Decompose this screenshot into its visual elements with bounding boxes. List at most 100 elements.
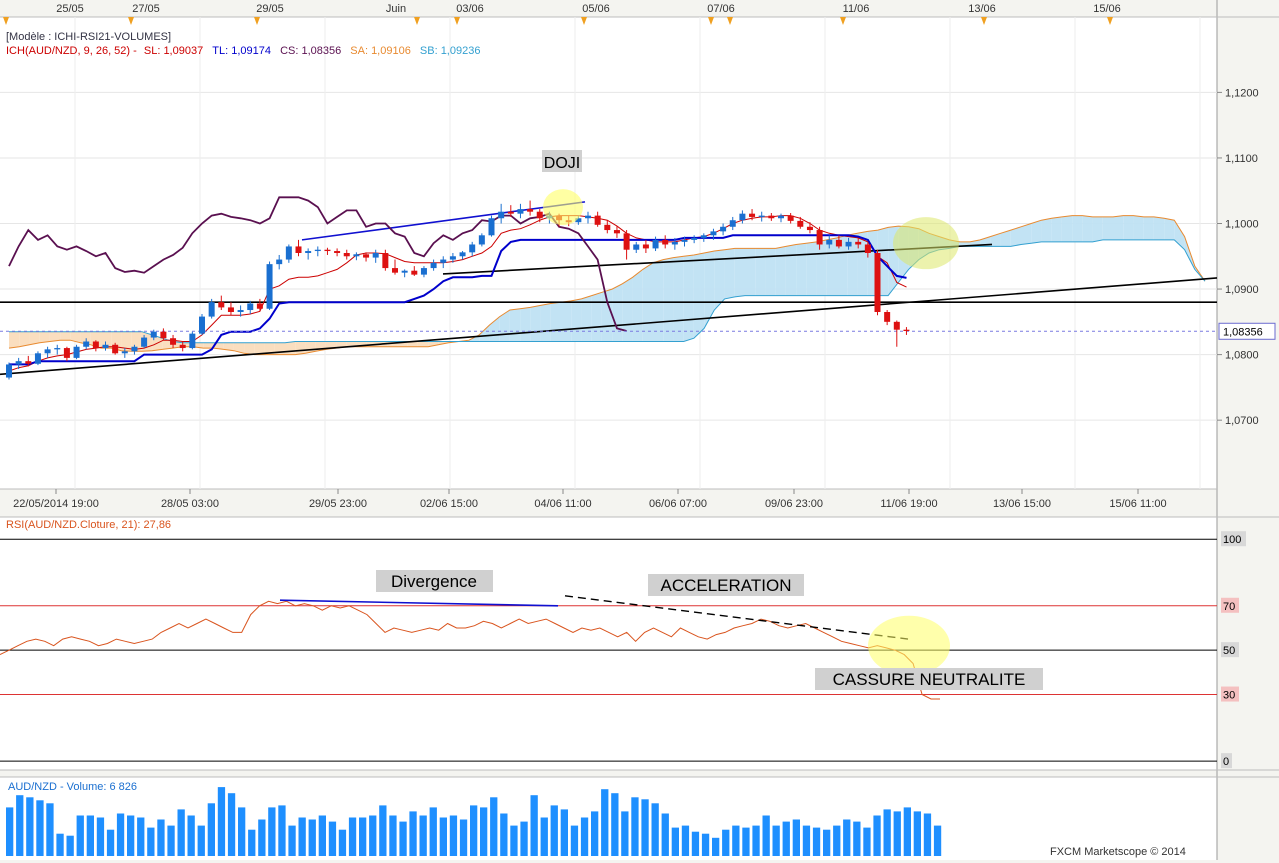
candle-body (6, 364, 12, 378)
candle-body (768, 215, 775, 219)
candle-body (633, 244, 640, 250)
volume-bar (732, 825, 740, 856)
volume-bar (66, 835, 74, 856)
volume-bar (570, 825, 579, 856)
volume-bar (843, 819, 851, 856)
volume-bar (36, 800, 44, 856)
volume-bar (903, 807, 911, 856)
volume-bar (601, 789, 609, 856)
candle-body (160, 331, 167, 339)
top-date-label: 11/06 (843, 3, 870, 15)
cs-value: CS: 1,08356 (280, 45, 342, 57)
candle-body (739, 213, 746, 221)
cloud-segment (60, 331, 71, 341)
volume-bar (56, 833, 64, 856)
candle-body (276, 259, 283, 265)
volume-bar (782, 821, 790, 856)
volume-bar (661, 813, 669, 856)
candle-body (440, 259, 447, 263)
volume-bar (470, 805, 478, 856)
volume-bar (823, 829, 831, 856)
candle-body (237, 310, 244, 312)
candle-body (372, 253, 379, 258)
candle-body (83, 341, 90, 347)
volume-bar (26, 797, 34, 856)
candle-body (720, 226, 727, 232)
cloud-segment (663, 257, 674, 342)
candle-body (691, 237, 698, 240)
volume-bar (792, 819, 800, 856)
volume-title: AUD/NZD - Volume: 6 826 (8, 781, 137, 793)
volume-bar (338, 829, 347, 856)
candle-body (131, 346, 138, 352)
candle-body (420, 268, 427, 275)
cloud-segment (622, 277, 633, 342)
cloud-segment (561, 300, 572, 342)
cloud-segment (755, 248, 766, 296)
rsi-level-label: 0 (1223, 756, 1229, 768)
rsi-title: RSI(AUD/NZD.Cloture, 21): 27,86 (6, 519, 172, 531)
candle-body (382, 253, 389, 269)
volume-bar (913, 811, 921, 856)
candle-body (266, 264, 273, 309)
time-axis-label: 04/06 11:00 (534, 498, 591, 510)
volume-bar (833, 825, 841, 856)
volume-bar (86, 815, 94, 856)
candle-body (816, 230, 823, 245)
cloud-segment (550, 302, 561, 342)
cloud-segment (775, 246, 786, 296)
volume-bar (16, 795, 24, 856)
price-axis-label: 1,0800 (1225, 350, 1259, 362)
volume-bar (379, 805, 387, 856)
rsi-neutral-break-highlight (868, 615, 950, 676)
cloud-segment (1153, 216, 1165, 240)
time-axis-label: 28/05 03:00 (161, 498, 219, 510)
price-panel-background (0, 17, 1217, 489)
volume-bar (500, 813, 508, 856)
time-axis-label: 29/05 23:00 (309, 498, 367, 510)
candle-body (623, 233, 630, 250)
last-price-label: 1,08356 (1223, 326, 1263, 338)
volume-bar (147, 827, 155, 856)
candle-body (44, 349, 51, 354)
cloud-segment (785, 244, 797, 296)
doji-highlight (543, 189, 583, 226)
candle-body (170, 338, 177, 345)
top-date-label: 05/06 (582, 3, 610, 15)
volume-bar (520, 821, 528, 856)
volume-bar (278, 805, 286, 856)
volume-bar (76, 815, 84, 856)
volume-bar (863, 827, 871, 856)
cloud-segment (1113, 215, 1124, 240)
volume-bar (288, 825, 296, 856)
cloud-segment (520, 307, 531, 342)
candle-body (893, 321, 900, 330)
price-axis-label: 1,0700 (1225, 415, 1259, 427)
candle-body (227, 307, 234, 312)
candle-body (218, 302, 225, 308)
time-axis-label: 15/06 11:00 (1109, 498, 1166, 510)
candle-body (150, 331, 157, 338)
candle-body (806, 226, 813, 231)
cloud-segment (530, 305, 541, 342)
price-axis-label: 1,1100 (1225, 153, 1258, 165)
cloud-segment (1041, 218, 1052, 242)
candle-body (430, 262, 437, 269)
volume-bar (409, 811, 417, 856)
chart-window: DOJI 1,1200 1,1100 1,1000 1,0900 1,0800 1,070… (0, 0, 1279, 860)
top-date-label: 25/05 (56, 3, 84, 15)
candle-body (112, 344, 119, 354)
price-axis-label: 1,0900 (1225, 284, 1259, 296)
volume-bar (530, 795, 538, 856)
cloud-segment (683, 254, 694, 342)
candle-body (594, 215, 601, 225)
rsi-level-label: 30 (1223, 690, 1235, 702)
cassure-neutralite-label: CASSURE NEUTRALITE (833, 670, 1026, 689)
candle-body (478, 235, 485, 245)
volume-bar (318, 815, 326, 856)
candle-body (343, 253, 350, 257)
volume-bar (419, 815, 427, 856)
candle-body (34, 353, 41, 364)
volume-bar (106, 829, 115, 856)
candle-body (314, 249, 321, 252)
